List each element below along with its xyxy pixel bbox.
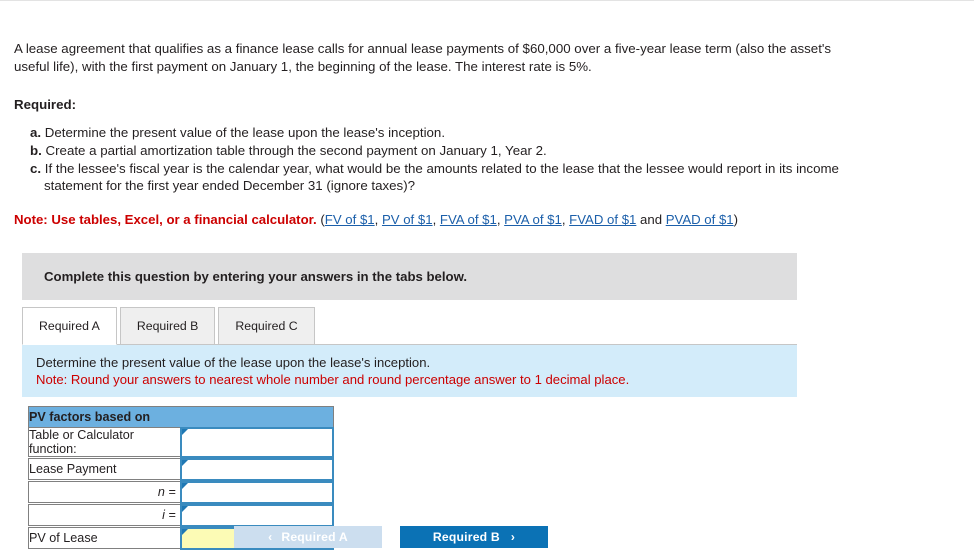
tab-required-b[interactable]: Required B [119,307,216,344]
link-pv-of-1[interactable]: PV of $1 [382,212,433,227]
tab-required-c[interactable]: Required C [218,307,315,344]
link-fvad-of-1[interactable]: FVAD of $1 [569,212,636,227]
requirement-marker-b: b. [30,143,42,158]
input-cell-n[interactable] [179,480,335,504]
row-label-table-or-calculator-function: Table or Calculator function: [27,427,182,457]
page-content: A lease agreement that qualifies as a fi… [0,0,974,550]
problem-statement: A lease agreement that qualifies as a fi… [14,41,832,74]
answer-table-header: PV factors based on [28,406,334,428]
row-label-i: i = [27,504,182,526]
prev-required-a-button[interactable]: ‹ Required A [234,526,382,548]
tab-required-a-label: Required A [39,319,100,333]
requirements-list: a. Determine the present value of the le… [14,124,874,194]
tab-required-c-label: Required C [235,319,298,333]
note-close-paren: ) [733,212,739,227]
chevron-left-icon: ‹ [268,530,273,544]
row-label-n: n = [27,481,182,503]
link-fva-of-1[interactable]: FVA of $1 [440,212,497,227]
tables-note: Note: Use tables, Excel, or a financial … [14,211,974,228]
note-sep-1: , [432,212,440,227]
next-required-b-button[interactable]: Required B › [400,526,548,548]
input-table-or-calculator-function[interactable] [181,433,332,451]
tab-bar: Required A Required B Required C [22,307,797,345]
comment-flag-icon [181,428,188,435]
prev-button-label: Required A [281,530,348,544]
tab-required-b-label: Required B [136,319,199,333]
comment-flag-icon [181,505,188,512]
next-button-label: Required B [432,530,500,544]
link-pva-of-1[interactable]: PVA of $1 [504,212,562,227]
requirement-item-b: b. Create a partial amortization table t… [14,142,874,159]
requirement-text-c: If the lessee's fiscal year is the calen… [44,161,839,193]
table-row: n = [27,480,335,504]
tab-navigation: ‹ Required A Required B › [234,526,548,548]
requirement-item-a: a. Determine the present value of the le… [14,124,874,141]
table-row: Lease Payment [27,457,335,481]
requirement-item-c: c. If the lessee's fiscal year is the ca… [14,160,874,194]
required-heading: Required: [14,97,77,112]
requirement-marker-c: c. [30,161,42,176]
row-label-lease-payment: Lease Payment [27,458,182,480]
note-sep-0: , [374,212,382,227]
requirement-text-b: Create a partial amortization table thro… [45,143,547,158]
input-lease-payment[interactable] [181,460,332,478]
link-pvad-of-1[interactable]: PVAD of $1 [666,212,734,227]
requirement-marker-a: a. [30,125,42,140]
instructions-banner: Complete this question by entering your … [22,253,797,300]
task-instruction-line-2: Note: Round your answers to nearest whol… [36,372,630,387]
requirement-text-a: Determine the present value of the lease… [44,125,446,140]
task-instruction-line-1: Determine the present value of the lease… [36,355,431,370]
row-label-pv-of-lease: PV of Lease [27,527,182,549]
comment-flag-icon [181,482,188,489]
input-cell-table-or-calculator-function[interactable] [179,426,335,458]
tab-required-a[interactable]: Required A [22,307,117,345]
input-i[interactable] [181,506,332,524]
link-fv-of-1[interactable]: FV of $1 [325,212,375,227]
input-cell-lease-payment[interactable] [179,457,335,481]
table-row: i = [27,503,335,527]
table-row: Table or Calculator function: [27,426,335,458]
tables-note-label: Note: Use tables, Excel, or a financial … [14,212,317,227]
input-cell-i[interactable] [179,503,335,527]
task-instruction-panel: Determine the present value of the lease… [22,345,797,397]
chevron-right-icon: › [510,530,516,544]
input-n[interactable] [181,483,332,501]
instructions-banner-text: Complete this question by entering your … [44,269,468,284]
note-and-word: and [636,212,666,227]
question-page: A lease agreement that qualifies as a fi… [0,0,974,551]
comment-flag-icon [181,459,188,466]
comment-flag-icon [181,528,188,535]
table-header-row: PV factors based on [28,406,334,428]
